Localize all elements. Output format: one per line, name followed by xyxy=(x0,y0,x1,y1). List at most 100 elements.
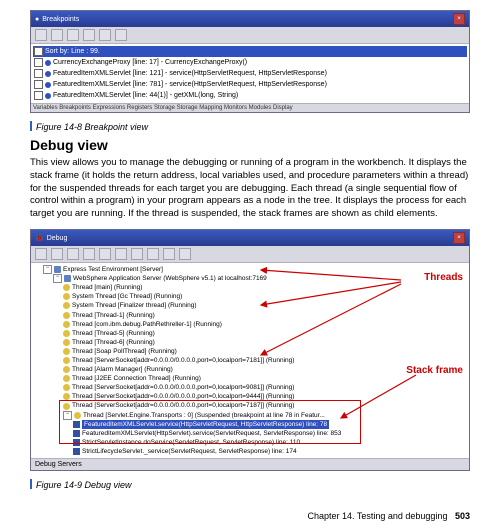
breakpoint-icon xyxy=(45,71,51,77)
frame-icon xyxy=(73,439,80,446)
debug-footer-tabs[interactable]: Debug Servers xyxy=(31,458,469,470)
thread-node[interactable]: Thread [Thread-5] (Running) xyxy=(35,329,465,338)
thread-icon xyxy=(63,348,70,355)
thread-node[interactable]: Thread [ServerSocket[addr=0.0.0.0/0.0.0.… xyxy=(35,392,465,401)
stack-frame-node[interactable]: FeaturedItemXMLServlet(HttpServlet).serv… xyxy=(35,429,465,438)
node-text: FeaturedItemXMLServlet(HttpServlet).serv… xyxy=(82,429,341,438)
node-text: Thread [ServerSocket[addr=0.0.0.0/0.0.0.… xyxy=(72,392,294,401)
node-text: Thread [Servlet.Engine.Transports : 0] (… xyxy=(83,411,325,420)
figure-caption: Figure 14-8 Breakpoint view xyxy=(30,117,470,135)
toolbar-button[interactable] xyxy=(131,248,143,260)
close-icon[interactable]: × xyxy=(453,13,465,25)
node-text: StrictServletInstance.doService(ServletR… xyxy=(82,438,300,447)
toolbar-button[interactable] xyxy=(67,29,79,41)
breakpoint-row[interactable]: FeaturedItemXMLServlet [line: 44(1)] - g… xyxy=(33,90,467,101)
caption-bar-icon xyxy=(30,121,32,131)
breakpoint-tabs[interactable]: Variables Breakpoints Expressions Regist… xyxy=(31,103,469,112)
toolbar-button[interactable] xyxy=(179,248,191,260)
toolbar-button[interactable] xyxy=(67,248,79,260)
frame-icon xyxy=(73,421,80,428)
process-icon xyxy=(64,275,71,282)
node-text: Thread [com.ibm.debug.PathRethreller-1] … xyxy=(72,320,222,329)
close-icon[interactable]: × xyxy=(453,232,465,244)
checkbox-icon[interactable] xyxy=(34,91,43,100)
node-text: Thread [ServerSocket[addr=0.0.0.0/0.0.0.… xyxy=(72,356,294,365)
toolbar-button[interactable] xyxy=(115,29,127,41)
collapse-icon[interactable]: − xyxy=(63,411,72,420)
node-text: Thread [Thread-6] (Running) xyxy=(72,338,155,347)
thread-node[interactable]: Thread [Thread-1] (Running) xyxy=(35,311,465,320)
collapse-icon[interactable]: − xyxy=(43,265,52,274)
node-text: Thread [ServerSocket[addr=0.0.0.0/0.0.0.… xyxy=(72,383,294,392)
breakpoint-text: CurrencyExchangeProxy [line: 17] - Curre… xyxy=(53,59,247,66)
toolbar-button[interactable] xyxy=(99,248,111,260)
checkbox-icon[interactable] xyxy=(34,47,43,56)
node-text: Thread [main] (Running) xyxy=(72,283,142,292)
debug-titlebar: 🐞 Debug × xyxy=(31,230,469,246)
node-text: System Thread [Gc Thread] (Running) xyxy=(72,292,182,301)
frame-icon xyxy=(73,430,80,437)
debug-tree: −Express Test Environment [Server] − WebS… xyxy=(31,263,469,458)
figure-caption: Figure 14-9 Debug view xyxy=(30,475,470,493)
node-text: FeaturedItemXMLServlet.service(HttpServl… xyxy=(82,420,329,429)
breakpoint-row[interactable]: CurrencyExchangeProxy [line: 17] - Curre… xyxy=(33,57,467,68)
node-text: StrictLifecycleServlet._service(ServletR… xyxy=(82,447,297,456)
checkbox-icon[interactable] xyxy=(34,58,43,67)
node-text: WebSphere Application Server (WebSphere … xyxy=(73,274,267,283)
thread-icon xyxy=(63,312,70,319)
window-title: Debug xyxy=(47,235,68,242)
thread-node[interactable]: Thread [main] (Running) xyxy=(35,283,465,292)
breakpoint-text: FeaturedItemXMLServlet [line: 121] - ser… xyxy=(53,70,327,77)
thread-icon xyxy=(63,321,70,328)
thread-node[interactable]: Thread [ServerSocket[addr=0.0.0.0/0.0.0.… xyxy=(35,383,465,392)
thread-node[interactable]: Thread [Alarm Manager] (Running) xyxy=(35,365,465,374)
thread-icon xyxy=(74,412,81,419)
node-text: Thread [ServerSocket[addr=0.0.0.0/0.0.0.… xyxy=(72,401,294,410)
node-text: Thread [Alarm Manager] (Running) xyxy=(72,365,173,374)
debug-toolbar xyxy=(31,246,469,263)
thread-node[interactable]: Thread [J2EE Connection Thread] (Running… xyxy=(35,374,465,383)
bullet-icon: ● xyxy=(35,16,39,23)
toolbar-button[interactable] xyxy=(51,29,63,41)
caption-bar-icon xyxy=(30,479,32,489)
toolbar-button[interactable] xyxy=(115,248,127,260)
toolbar-button[interactable] xyxy=(83,248,95,260)
thread-icon xyxy=(63,293,70,300)
stack-frame-node[interactable]: FeaturedItemXMLServlet.service(HttpServl… xyxy=(35,420,465,429)
thread-node[interactable]: Thread [Soap PollThread] (Running) xyxy=(35,347,465,356)
thread-node[interactable]: System Thread [Finalizer thread] (Runnin… xyxy=(35,301,465,310)
toolbar-button[interactable] xyxy=(51,248,63,260)
toolbar-button[interactable] xyxy=(163,248,175,260)
sort-row[interactable]: Sort by: Line : 99. xyxy=(33,46,467,57)
thread-node-suspended[interactable]: − Thread [Servlet.Engine.Transports : 0] … xyxy=(35,411,465,420)
collapse-icon[interactable]: − xyxy=(53,274,62,283)
thread-node[interactable]: Thread [ServerSocket[addr=0.0.0.0/0.0.0.… xyxy=(35,356,465,365)
checkbox-icon[interactable] xyxy=(34,69,43,78)
breakpoint-titlebar: ● Breakpoints × xyxy=(31,11,469,27)
breakpoint-row[interactable]: FeaturedItemXMLServlet [line: 781] - ser… xyxy=(33,79,467,90)
thread-node[interactable]: Thread [com.ibm.debug.PathRethreller-1] … xyxy=(35,320,465,329)
toolbar-button[interactable] xyxy=(99,29,111,41)
debug-window: 🐞 Debug × −Express Test Environment [Ser… xyxy=(30,229,470,471)
thread-icon xyxy=(63,357,70,364)
toolbar-button[interactable] xyxy=(83,29,95,41)
thread-icon xyxy=(63,384,70,391)
toolbar-button[interactable] xyxy=(147,248,159,260)
thread-node[interactable]: Thread [Thread-6] (Running) xyxy=(35,338,465,347)
node-text: Thread [Thread-5] (Running) xyxy=(72,329,155,338)
stack-frame-node[interactable]: StrictServletInstance.doService(ServletR… xyxy=(35,438,465,447)
toolbar-button[interactable] xyxy=(35,248,47,260)
threads-label: Threads xyxy=(424,272,463,283)
node-text: Thread [Soap PollThread] (Running) xyxy=(72,347,177,356)
stack-frame-node[interactable]: StrictLifecycleServlet._service(ServletR… xyxy=(35,447,465,456)
server-node[interactable]: −Express Test Environment [Server] xyxy=(35,265,465,274)
node-text: Thread [J2EE Connection Thread] (Running… xyxy=(72,374,201,383)
toolbar-button[interactable] xyxy=(35,29,47,41)
thread-node[interactable]: System Thread [Gc Thread] (Running) xyxy=(35,292,465,301)
process-node[interactable]: − WebSphere Application Server (WebSphere… xyxy=(35,274,465,283)
node-text: System Thread [Finalizer thread] (Runnin… xyxy=(72,301,197,310)
checkbox-icon[interactable] xyxy=(34,80,43,89)
breakpoint-row[interactable]: FeaturedItemXMLServlet [line: 121] - ser… xyxy=(33,68,467,79)
thread-icon xyxy=(63,375,70,382)
thread-node[interactable]: Thread [ServerSocket[addr=0.0.0.0/0.0.0.… xyxy=(35,401,465,410)
